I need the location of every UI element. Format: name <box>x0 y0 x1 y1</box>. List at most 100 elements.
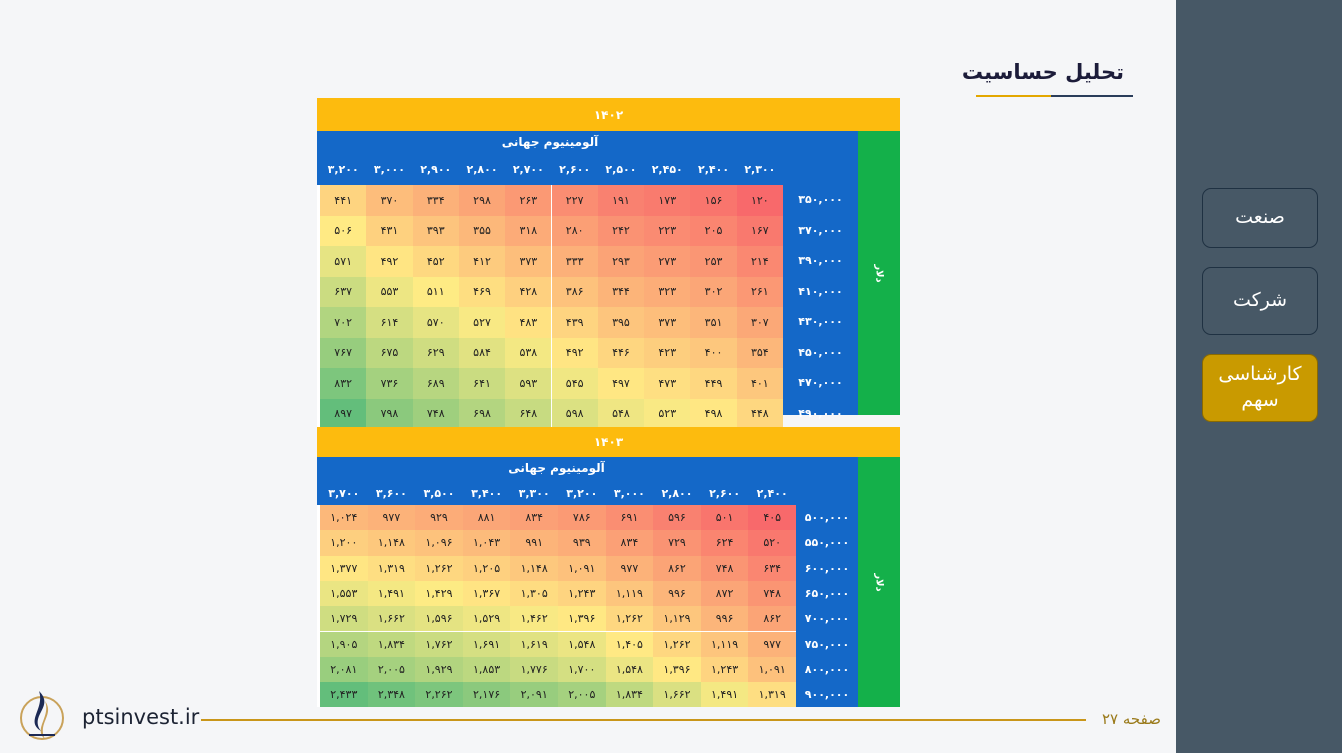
table-cell: ۸۶۲ <box>653 555 701 581</box>
table-cell: ۹۷۷ <box>748 631 796 657</box>
column-header: ۳,۴۰۰ <box>471 487 503 500</box>
table-cell: ۶۳۷ <box>320 276 367 307</box>
column-header: ۲,۴۰۰ <box>698 163 730 176</box>
table-cell: ۴۵۲ <box>412 246 459 277</box>
row-header: ۳۷۰,۰۰۰ <box>798 223 843 237</box>
table-cell: ۷۲۹ <box>653 530 701 556</box>
table-cell: ۷۴۸ <box>700 555 749 581</box>
table-cell: ۵۱۱ <box>412 276 459 307</box>
table-cell: ۴۴۸ <box>736 398 783 429</box>
table-cell: ۷۳۶ <box>366 368 413 399</box>
table-cell: ۱,۲۰۰ <box>320 530 368 556</box>
table-cell: ۴۹۲ <box>366 246 413 277</box>
table-cell: ۱,۳۰۵ <box>510 580 558 607</box>
table-cell: ۲,۰۹۱ <box>510 682 558 708</box>
table-cell: ۹۹۱ <box>510 530 558 556</box>
table-cell: ۱,۶۹۱ <box>462 631 511 657</box>
website-url[interactable]: ptsinvest.ir <box>82 705 199 729</box>
side-label-text: دلار <box>873 263 885 283</box>
table-cell: ۸۳۴ <box>605 530 654 556</box>
table-cell: ۲۲۳ <box>644 215 691 246</box>
table-cell: ۸۳۲ <box>320 368 367 399</box>
table-cell: ۷۸۶ <box>558 505 606 531</box>
table-cell: ۲,۱۷۶ <box>462 682 511 708</box>
table-cell: ۵۲۳ <box>644 398 691 429</box>
column-header: ۲,۴۵۰ <box>651 163 683 176</box>
table-cell: ۹۳۹ <box>558 530 606 556</box>
table-cell: ۴۰۱ <box>736 368 783 399</box>
table-cell: ۵۹۳ <box>505 368 552 399</box>
table-cell: ۴۰۵ <box>748 505 796 531</box>
table-cell: ۱,۲۶۲ <box>653 631 701 657</box>
table-cell: ۴۴۶ <box>597 337 645 368</box>
table-cell: ۱,۳۹۶ <box>653 656 701 683</box>
table-cell: ۱,۶۱۹ <box>510 631 558 657</box>
table-cell: ۱,۵۴۸ <box>605 656 654 683</box>
table-cell: ۳۰۷ <box>736 307 783 338</box>
table-cell: ۴۲۳ <box>644 337 691 368</box>
table-cell: ۸۶۲ <box>748 606 796 632</box>
row-header: ۶۰۰,۰۰۰ <box>804 561 850 575</box>
table-cell: ۲۱۴ <box>736 246 783 277</box>
row-header: ۳۹۰,۰۰۰ <box>798 254 843 267</box>
table-cell: ۲۷۳ <box>644 246 691 277</box>
table-cell: ۱,۲۴۳ <box>558 580 606 607</box>
column-header: ۳,۶۰۰ <box>375 487 407 500</box>
row-header: ۶۵۰,۰۰۰ <box>804 586 850 600</box>
table-cell: ۱,۰۹۱ <box>558 555 606 581</box>
table-cell: ۴۰۰ <box>690 337 737 368</box>
table-cell: ۱۵۶ <box>690 185 737 216</box>
column-header: ۲,۸۰۰ <box>661 487 693 500</box>
row-header: ۵۰۰,۰۰۰ <box>804 511 850 524</box>
table-cell: ۶۴۸ <box>505 398 552 429</box>
table-cell: ۲۹۳ <box>597 246 645 277</box>
table-cell: ۱۲۰ <box>736 185 783 216</box>
table-cell: ۴۳۹ <box>551 307 598 338</box>
row-header: ۸۰۰,۰۰۰ <box>804 662 850 676</box>
table-cell: ۱,۱۱۹ <box>700 631 749 657</box>
table-cell: ۱,۰۲۴ <box>320 505 368 531</box>
table-cell: ۱,۳۱۹ <box>367 555 416 581</box>
column-header: ۳,۲۰۰ <box>327 163 359 176</box>
table-cell: ۱,۳۶۷ <box>462 580 511 607</box>
table-cell: ۸۸۱ <box>462 505 511 531</box>
side-label-dollar: دلار <box>858 457 900 707</box>
title-underline-accent <box>976 95 1051 97</box>
table-cell: ۶۴۱ <box>458 368 506 399</box>
table-cell: ۲,۰۰۵ <box>558 682 606 708</box>
table-cell: ۱,۵۴۸ <box>558 631 606 657</box>
nav-button-stock-valuation[interactable]: کارشناسی سهم <box>1202 354 1318 422</box>
column-header: ۲,۸۰۰ <box>466 163 498 176</box>
table-cell: ۳۳۴ <box>412 185 459 216</box>
nav-button-industry[interactable]: صنعت <box>1202 188 1318 248</box>
row-header: ۴۷۰,۰۰۰ <box>798 376 843 389</box>
table-cell: ۱۹۱ <box>597 185 645 216</box>
column-header: ۲,۷۰۰ <box>512 163 544 176</box>
table-cell: ۱,۹۲۹ <box>415 656 463 683</box>
nav-button-company[interactable]: شرکت <box>1202 267 1318 335</box>
table-cell: ۸۳۴ <box>510 505 558 531</box>
row-header: ۴۵۰,۰۰۰ <box>798 345 843 359</box>
table-cell: ۱,۲۶۲ <box>415 555 463 581</box>
footer-divider <box>201 719 1086 721</box>
table-cell: ۴۴۹ <box>690 368 737 399</box>
row-header: ۹۰۰,۰۰۰ <box>804 688 850 702</box>
table-cell: ۷۰۲ <box>320 307 367 338</box>
table-cell: ۱,۴۹۱ <box>700 682 749 708</box>
table-cell: ۱۷۳ <box>644 185 691 216</box>
table-cell: ۵۹۸ <box>551 398 598 429</box>
table-cell: ۱,۶۶۲ <box>367 606 416 632</box>
table-cell: ۱,۷۲۹ <box>320 606 368 632</box>
sensitivity-table-1403: ۱۴۰۳ دلار آلومینیوم جهانی ۳,۷۰۰ ۳,۶۰۰ ۳,۵۰۰ ۳,… <box>317 427 900 708</box>
table-cell: ۵۲۰ <box>748 530 796 556</box>
table-cell: ۱,۴۹۱ <box>367 580 416 607</box>
table-year-label: ۱۴۰۲ <box>317 98 900 131</box>
table-cell: ۶۹۸ <box>458 398 506 429</box>
table-cell: ۷۶۷ <box>320 337 367 368</box>
row-header: ۴۳۰,۰۰۰ <box>798 315 843 328</box>
page-number: صفحه ۲۷ <box>1102 710 1161 728</box>
table-cell: ۹۹۶ <box>653 580 701 607</box>
table-cell: ۴۹۸ <box>690 398 737 429</box>
table-cell: ۱,۲۰۵ <box>462 555 511 581</box>
side-label-text: دلار <box>873 572 885 592</box>
